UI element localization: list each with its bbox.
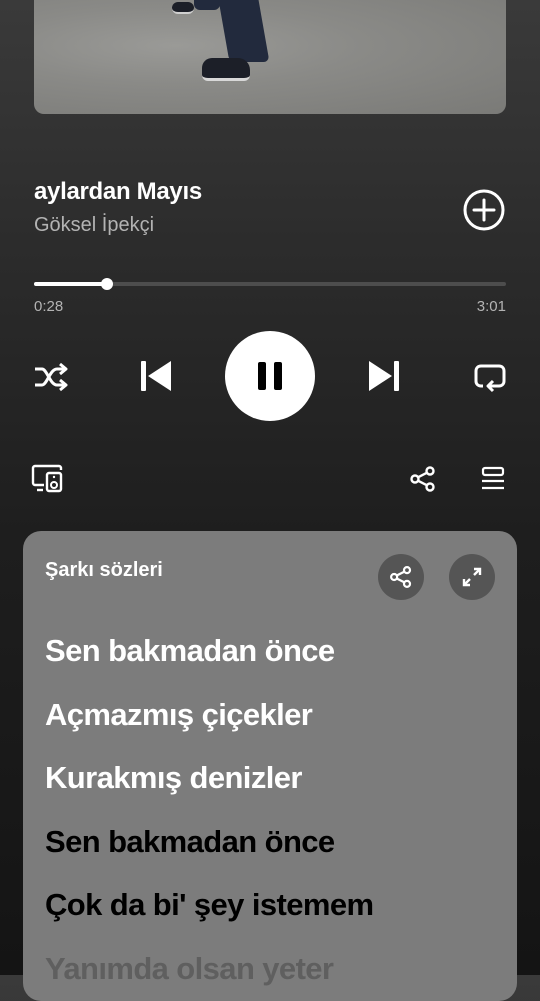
shuffle-button[interactable]: [32, 360, 70, 394]
queue-button[interactable]: [478, 464, 508, 494]
lyrics-heading: Şarkı sözleri: [45, 559, 163, 581]
progress-bar[interactable]: [34, 278, 506, 290]
skip-previous-icon: [141, 361, 171, 391]
lyrics-lines: Sen bakmadan önce Açmazmış çiçekler Kura…: [45, 619, 507, 1000]
shuffle-icon: [35, 362, 68, 392]
artist-name[interactable]: Göksel İpekçi: [34, 214, 154, 237]
lyrics-card[interactable]: Şarkı sözleri Sen bakmadan önce Açmazmış…: [23, 531, 517, 1001]
expand-icon: [462, 567, 482, 587]
pause-button[interactable]: [225, 331, 315, 421]
add-to-library-button[interactable]: [462, 188, 506, 232]
progress-fill: [34, 282, 108, 286]
track-title: aylardan Mayıs: [34, 178, 202, 205]
elapsed-time: 0:28: [34, 298, 64, 315]
next-button[interactable]: [366, 358, 402, 394]
skip-next-icon: [369, 361, 399, 391]
plus-circle-icon: [463, 189, 505, 231]
album-art: [34, 0, 506, 114]
lyric-line-next[interactable]: Çok da bi' şey istemem: [45, 873, 507, 937]
share-button[interactable]: [408, 464, 438, 494]
progress-handle[interactable]: [101, 278, 114, 290]
lyrics-expand-button[interactable]: [449, 554, 495, 600]
lyric-line-upcoming[interactable]: Yanımda olsan yeter: [45, 937, 507, 1001]
repeat-icon: [474, 364, 506, 393]
connect-device-icon: [31, 464, 63, 493]
lyric-line[interactable]: Açmazmış çiçekler: [45, 683, 507, 747]
connect-devices-button[interactable]: [30, 462, 64, 494]
lyric-line[interactable]: Kurakmış denizler: [45, 746, 507, 810]
previous-button[interactable]: [138, 358, 174, 394]
pause-icon: [258, 362, 282, 390]
lyrics-share-button[interactable]: [378, 554, 424, 600]
lyric-line[interactable]: Sen bakmadan önce: [45, 619, 507, 683]
queue-icon: [481, 466, 505, 490]
share-icon: [410, 466, 435, 492]
repeat-button[interactable]: [472, 360, 508, 394]
total-time: 3:01: [476, 298, 506, 315]
share-icon: [390, 566, 412, 588]
lyric-line-current[interactable]: Sen bakmadan önce: [45, 810, 507, 874]
